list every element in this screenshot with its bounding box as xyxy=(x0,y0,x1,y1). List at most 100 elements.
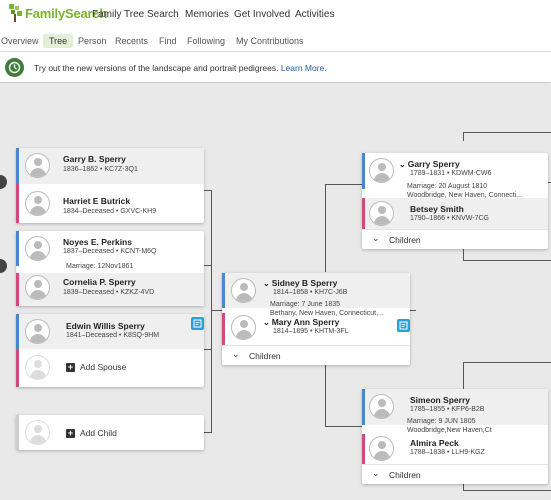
person-silhouette-icon xyxy=(25,319,50,344)
tab-recents[interactable]: Recents xyxy=(115,36,148,46)
person-name[interactable]: Almira Peck xyxy=(410,438,459,448)
person-detail: 1839–Deceased • KZKZ-4VD xyxy=(63,289,155,296)
tab-my-contributions[interactable]: My Contributions xyxy=(236,36,304,46)
person-silhouette-icon xyxy=(369,436,394,461)
children-toggle[interactable]: ⌄ Children xyxy=(362,229,548,249)
person-slot-wife[interactable]: ⌄ Mary Ann Sperry 1814–1895 • KHTM-3FL xyxy=(222,313,410,345)
person-slot-wife[interactable]: Betsey Smith 1790–1866 • KNVW-7CG xyxy=(362,198,548,229)
add-child-slot[interactable]: + Add Child xyxy=(16,415,204,450)
marriage-info: Marriage: 12Nov1861 xyxy=(66,263,134,270)
nav-search[interactable]: Search xyxy=(147,9,179,20)
person-silhouette-icon xyxy=(231,315,256,340)
tab-tree[interactable]: Tree xyxy=(43,34,74,48)
note-icon[interactable] xyxy=(191,317,204,330)
expand-left-handle[interactable] xyxy=(0,175,7,189)
note-icon[interactable] xyxy=(397,319,410,332)
familysearch-tree-icon xyxy=(9,4,22,22)
person-name[interactable]: ⌄ Sidney B Sperry xyxy=(263,278,337,288)
connector-line xyxy=(463,248,464,260)
expand-left-handle[interactable] xyxy=(0,259,7,273)
tab-overview[interactable]: Overview xyxy=(1,36,39,46)
person-name[interactable]: Cornelia P. Sperry xyxy=(63,277,136,287)
person-silhouette-icon xyxy=(369,201,394,226)
nav-memories[interactable]: Memories xyxy=(185,9,229,20)
chevron-down-icon[interactable]: ⌄ xyxy=(263,318,270,327)
person-silhouette-icon xyxy=(25,153,50,178)
sub-navigation: Overview Tree Person Recents Find Follow… xyxy=(0,32,551,52)
person-slot-husband[interactable]: Garry B. Sperry 1836–1862 • KC7Z-3Q1 xyxy=(16,148,204,184)
chevron-down-icon[interactable]: ⌄ xyxy=(399,160,406,169)
connector-line xyxy=(463,362,464,389)
person-silhouette-icon xyxy=(25,191,50,216)
couple-card: ⌄ Garry Sperry 1789–1831 • KDWM-CW6 Marri… xyxy=(362,153,548,249)
couple-card: Noyes E. Perkins 1837–Deceased • KCNT-M6… xyxy=(16,231,204,306)
person-name[interactable]: Simeon Sperry xyxy=(410,395,470,405)
couple-card: Edwin Willis Sperry 1841–Deceased • K8SQ… xyxy=(16,314,204,387)
couple-card: Simeon Sperry 1785–1855 • KFP6-B2B Marri… xyxy=(362,389,548,484)
person-slot-husband[interactable]: Noyes E. Perkins 1837–Deceased • KCNT-M6… xyxy=(16,231,204,266)
connector-line xyxy=(463,490,551,491)
tab-person[interactable]: Person xyxy=(78,36,107,46)
person-detail: 1785–1855 • KFP6-B2B xyxy=(410,406,485,413)
chevron-down-icon[interactable]: ⌄ xyxy=(263,279,270,288)
children-toggle[interactable]: ⌄ Children xyxy=(362,464,548,484)
person-name[interactable]: ⌄ Garry Sperry xyxy=(399,159,460,169)
nav-get-involved[interactable]: Get Involved xyxy=(234,9,290,20)
chevron-down-icon: ⌄ xyxy=(372,468,380,478)
connector-line xyxy=(463,260,551,261)
person-name[interactable]: Harriet E Butrick xyxy=(63,196,130,206)
chevron-down-icon: ⌄ xyxy=(232,349,240,359)
connector-line xyxy=(325,184,362,185)
tab-find[interactable]: Find xyxy=(159,36,177,46)
person-silhouette-icon xyxy=(25,420,50,445)
couple-card: Garry B. Sperry 1836–1862 • KC7Z-3Q1 Har… xyxy=(16,148,204,223)
person-slot-wife[interactable]: Harriet E Butrick 1834–Deceased • GXVC-K… xyxy=(16,184,204,223)
connector-line xyxy=(211,310,222,311)
person-silhouette-icon xyxy=(231,278,256,303)
person-detail: 1841–Deceased • K8SQ-9HM xyxy=(66,332,160,339)
person-name[interactable]: Edwin Willis Sperry xyxy=(66,321,145,331)
person-name[interactable]: Garry B. Sperry xyxy=(63,154,126,164)
person-detail: 1789–1831 • KDWM-CW6 xyxy=(410,170,492,177)
add-spouse-slot[interactable]: + Add Spouse xyxy=(16,349,204,387)
info-clock-icon xyxy=(5,58,24,77)
nav-family-tree[interactable]: Family Tree xyxy=(92,9,144,20)
plus-icon: + xyxy=(66,427,75,438)
connector-line xyxy=(410,310,416,311)
marriage-date: Marriage: 7 June 1835 xyxy=(270,301,341,308)
add-spouse-button[interactable]: + Add Spouse xyxy=(66,362,126,372)
person-name[interactable]: Noyes E. Perkins xyxy=(63,237,132,247)
person-slot-wife[interactable]: Cornelia P. Sperry 1839–Deceased • KZKZ-… xyxy=(16,273,204,306)
connector-line xyxy=(325,184,326,272)
plus-icon: + xyxy=(66,361,75,372)
top-header: FamilySearch Family Tree Search Memories… xyxy=(0,0,551,30)
person-name[interactable]: ⌄ Mary Ann Sperry xyxy=(263,317,339,327)
person-name[interactable]: Betsey Smith xyxy=(410,204,464,214)
tab-following[interactable]: Following xyxy=(187,36,225,46)
person-detail: 1834–Deceased • GXVC-KH9 xyxy=(63,208,157,215)
connector-line xyxy=(463,362,551,363)
marriage-date: Marriage: 20 August 1810 xyxy=(407,183,488,190)
marriage-date: Marriage: 9 JUN 1805 xyxy=(407,418,476,425)
connector-line xyxy=(325,426,362,427)
person-slot-husband[interactable]: Edwin Willis Sperry 1841–Deceased • K8SQ… xyxy=(16,314,204,349)
person-silhouette-icon xyxy=(25,236,50,261)
couple-card-focus: ⌄ Sidney B Sperry 1814–1858 • KH7C-J6B Ma… xyxy=(222,273,410,365)
connector-line xyxy=(463,132,464,141)
learn-more-link[interactable]: Learn More. xyxy=(281,63,327,73)
person-slot-wife[interactable]: Almira Peck 1788–1838 • LLH9-KGZ xyxy=(362,434,548,464)
person-detail: 1814–1895 • KHTM-3FL xyxy=(273,328,349,335)
person-silhouette-icon xyxy=(369,158,394,183)
add-child-card[interactable]: + Add Child xyxy=(16,415,204,450)
person-detail: 1790–1866 • KNVW-7CG xyxy=(410,215,489,222)
person-detail: 1814–1858 • KH7C-J6B xyxy=(273,289,348,296)
person-detail: 1837–Deceased • KCNT-M6Q xyxy=(63,248,157,255)
connector-line xyxy=(325,362,326,426)
pedigree-canvas[interactable]: Garry B. Sperry 1836–1862 • KC7Z-3Q1 Har… xyxy=(0,84,551,500)
nav-activities[interactable]: Activities xyxy=(295,9,334,20)
connector-line xyxy=(463,132,551,133)
person-silhouette-icon xyxy=(369,394,394,419)
children-toggle[interactable]: ⌄ Children xyxy=(222,345,410,365)
add-child-button[interactable]: + Add Child xyxy=(66,428,117,438)
info-banner: Try out the new versions of the landscap… xyxy=(0,53,551,83)
